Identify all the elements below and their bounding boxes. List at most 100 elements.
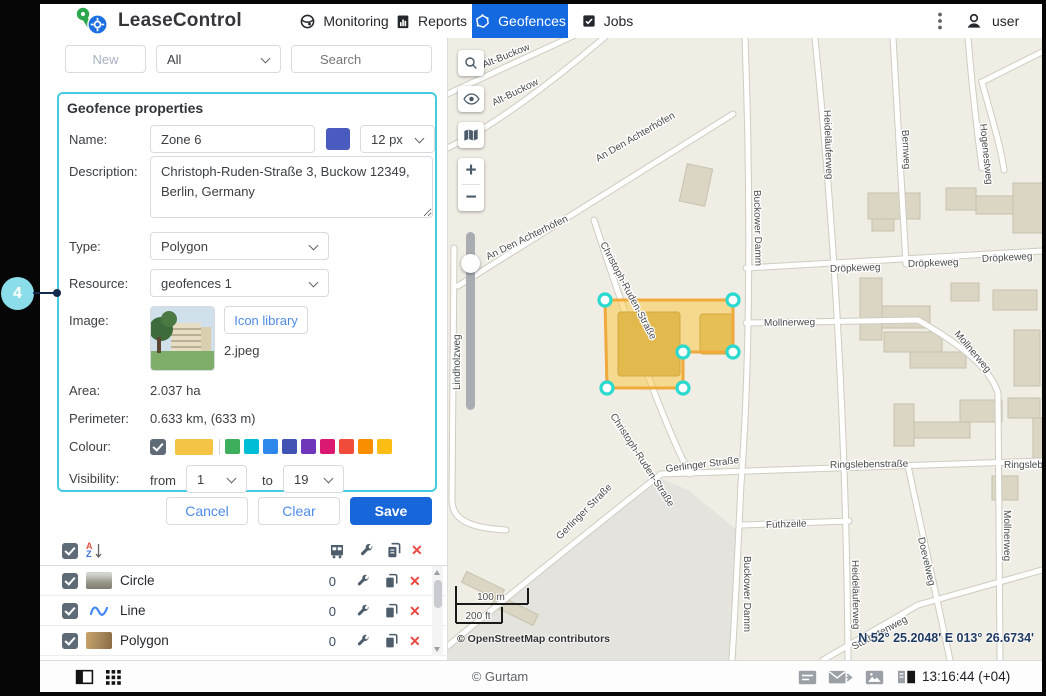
geofence-vertex-handle[interactable] bbox=[725, 292, 741, 308]
map-search-icon bbox=[465, 57, 477, 69]
palette-swatch[interactable] bbox=[339, 439, 354, 454]
resource-select[interactable]: geofences 1 bbox=[150, 269, 329, 297]
geofence-vertex-handle[interactable] bbox=[725, 344, 741, 360]
cancel-button[interactable]: Cancel bbox=[166, 497, 248, 525]
row-copy-icon[interactable] bbox=[384, 633, 399, 649]
line-width-select[interactable]: 12 px bbox=[360, 125, 435, 153]
notices-icon[interactable] bbox=[798, 670, 817, 685]
sort-az-button[interactable]: AZ bbox=[86, 541, 102, 559]
monitoring-icon bbox=[300, 14, 315, 28]
row-wrench-icon[interactable] bbox=[356, 634, 371, 649]
zoom-in-button[interactable]: + bbox=[458, 158, 484, 184]
geofences-icon bbox=[476, 13, 490, 28]
tab-monitoring[interactable]: Monitoring bbox=[298, 4, 390, 38]
scrollbar-thumb[interactable] bbox=[433, 580, 442, 608]
row-delete-icon[interactable]: ✕ bbox=[409, 634, 421, 648]
tab-reports[interactable]: Reports bbox=[392, 4, 470, 38]
visibility-from-select[interactable]: 1 bbox=[186, 465, 247, 493]
street-label: Ringslebenstraße bbox=[830, 459, 909, 471]
zoom-slider-handle[interactable] bbox=[461, 254, 480, 273]
app-window: LeaseControl Monitoring Reports Geofence… bbox=[40, 4, 1042, 692]
geofence-image-thumbnail[interactable] bbox=[150, 306, 215, 371]
gurtam-copyright: © Gurtam bbox=[471, 669, 529, 684]
line-color-swatch[interactable] bbox=[326, 128, 350, 150]
row-wrench-icon[interactable] bbox=[356, 574, 371, 589]
type-label: Type: bbox=[69, 239, 101, 254]
delete-all-icon[interactable]: ✕ bbox=[411, 543, 423, 557]
building-photo bbox=[151, 307, 214, 370]
annotation-line bbox=[33, 292, 55, 294]
row-copy-icon[interactable] bbox=[384, 573, 399, 589]
filter-select[interactable]: All bbox=[156, 45, 281, 73]
geofence-vertex-handle[interactable] bbox=[675, 380, 691, 396]
icon-library-button[interactable]: Icon library bbox=[224, 306, 308, 334]
row-checkbox[interactable] bbox=[62, 573, 78, 589]
geofence-vertex-handle[interactable] bbox=[599, 380, 615, 396]
apps-grid-icon[interactable] bbox=[106, 670, 121, 685]
copy-list-icon[interactable] bbox=[386, 542, 402, 559]
user-name[interactable]: user bbox=[992, 4, 1019, 38]
toggle-panel-icon[interactable] bbox=[75, 669, 94, 685]
palette-swatch[interactable] bbox=[301, 439, 316, 454]
row-delete-icon[interactable]: ✕ bbox=[409, 574, 421, 588]
user-menu-button[interactable] bbox=[960, 4, 988, 38]
more-menu-button[interactable] bbox=[930, 4, 950, 38]
map-layers-button[interactable] bbox=[458, 122, 484, 148]
search-input[interactable] bbox=[291, 45, 432, 73]
colour-checkbox[interactable] bbox=[150, 439, 166, 455]
filter-select-value: All bbox=[167, 51, 182, 67]
row-wrench-icon[interactable] bbox=[356, 604, 371, 619]
row-copy-icon[interactable] bbox=[384, 603, 399, 619]
scroll-down-arrow[interactable] bbox=[434, 647, 440, 652]
brand: LeaseControl bbox=[74, 6, 242, 35]
tab-geofences[interactable]: Geofences bbox=[472, 4, 568, 38]
map-canvas[interactable]: Alt-Buckow Alt-Buckow An Den Achterhöfen… bbox=[448, 38, 1042, 660]
visibility-to-label: to bbox=[262, 473, 273, 488]
row-name: Circle bbox=[120, 573, 155, 588]
media-icon[interactable] bbox=[865, 670, 884, 685]
zoom-control: + − bbox=[458, 158, 484, 211]
map-visibility-button[interactable] bbox=[458, 86, 484, 112]
list-row-line[interactable]: Line 0 ✕ bbox=[40, 596, 448, 626]
area-value: 2.037 ha bbox=[150, 383, 201, 398]
name-input[interactable] bbox=[150, 125, 315, 153]
row-count: 0 bbox=[328, 604, 336, 619]
selected-colour-swatch[interactable] bbox=[175, 439, 213, 455]
description-textarea[interactable]: Christoph-Ruden-Straße 3, Buckow 12349, … bbox=[150, 156, 433, 218]
select-all-checkbox[interactable] bbox=[62, 543, 78, 559]
user-icon bbox=[967, 13, 981, 28]
visibility-to-value: 19 bbox=[294, 471, 309, 487]
row-checkbox[interactable] bbox=[62, 603, 78, 619]
palette-swatch[interactable] bbox=[282, 439, 297, 454]
properties-wrench-icon[interactable] bbox=[359, 543, 375, 559]
scroll-up-arrow[interactable] bbox=[434, 570, 440, 575]
row-delete-icon[interactable]: ✕ bbox=[409, 604, 421, 618]
list-row-circle[interactable]: Circle 0 ✕ bbox=[40, 566, 448, 596]
geofence-vertex-handle[interactable] bbox=[597, 292, 613, 308]
palette-swatch[interactable] bbox=[244, 439, 259, 454]
street-label: Dröpkeweg bbox=[908, 257, 959, 270]
zoom-out-button[interactable]: − bbox=[458, 185, 484, 211]
navbar: LeaseControl Monitoring Reports Geofence… bbox=[40, 4, 1042, 39]
palette-swatch[interactable] bbox=[225, 439, 240, 454]
list-scrollbar[interactable] bbox=[432, 566, 443, 656]
map-search-button[interactable] bbox=[458, 50, 484, 76]
units-icon[interactable] bbox=[328, 542, 346, 560]
image-filename: 2.jpeg bbox=[224, 343, 260, 358]
new-geofence-button[interactable]: New bbox=[65, 45, 146, 73]
cursor-coordinates: N 52° 25.2048' E 013° 26.6734' bbox=[858, 631, 1034, 645]
row-checkbox[interactable] bbox=[62, 633, 78, 649]
palette-swatch[interactable] bbox=[377, 439, 392, 454]
geofence-vertex-handle[interactable] bbox=[675, 344, 691, 360]
palette-swatch[interactable] bbox=[263, 439, 278, 454]
clear-button[interactable]: Clear bbox=[258, 497, 340, 525]
tab-jobs[interactable]: Jobs bbox=[576, 4, 638, 38]
type-select[interactable]: Polygon bbox=[150, 232, 329, 260]
save-button[interactable]: Save bbox=[350, 497, 432, 525]
palette-swatch[interactable] bbox=[358, 439, 373, 454]
visibility-to-select[interactable]: 19 bbox=[283, 465, 344, 493]
contrast-panels-icon[interactable] bbox=[897, 670, 916, 684]
palette-swatch[interactable] bbox=[320, 439, 335, 454]
list-row-polygon[interactable]: Polygon 0 ✕ bbox=[40, 626, 448, 656]
messages-icon[interactable] bbox=[828, 669, 853, 686]
